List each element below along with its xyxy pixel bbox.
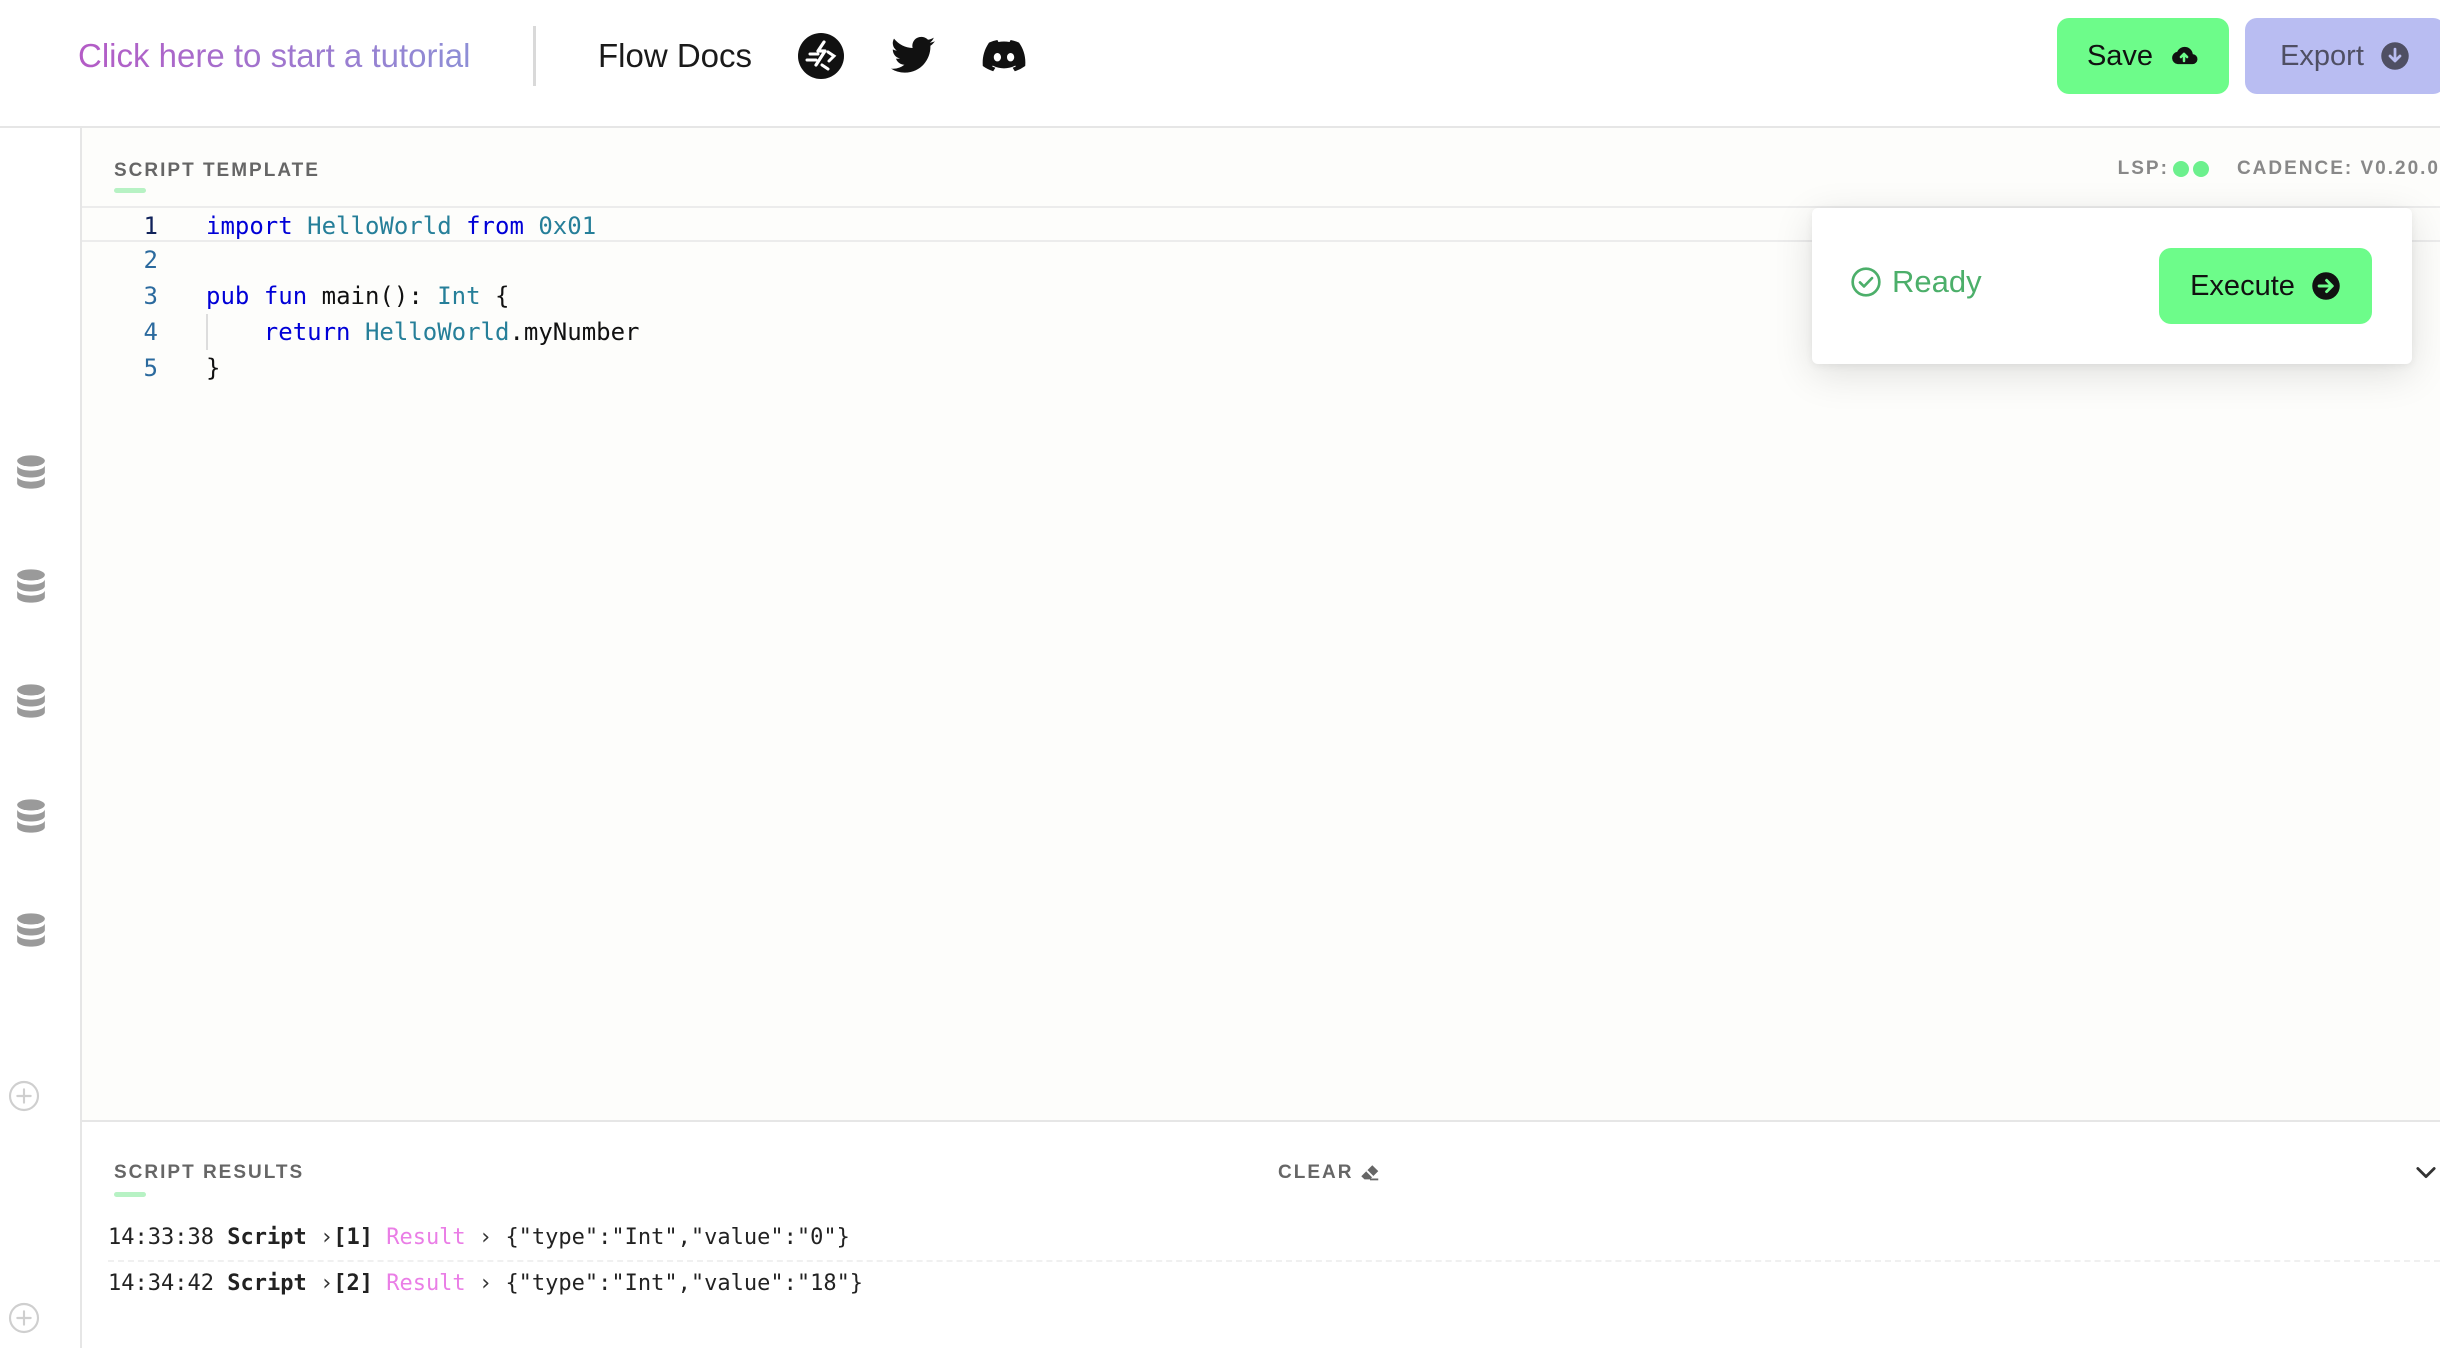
code-text: } (206, 354, 221, 382)
line-number: 5 (143, 354, 158, 382)
log-label: Result (386, 1271, 466, 1296)
header-divider (533, 26, 536, 86)
account-database-icon[interactable] (14, 912, 48, 948)
log-kind: Script (227, 1271, 307, 1296)
title-underline (114, 188, 146, 193)
ready-label: Ready (1892, 264, 1982, 299)
check-circle-icon (1850, 266, 1882, 298)
log-value: {"type":"Int","value":"0"} (505, 1225, 850, 1250)
result-log-row: 14:34:42 Script ›[2] Result › {"type":"I… (108, 1260, 2440, 1304)
account-database-icon[interactable] (14, 798, 48, 834)
arrow-right-circle-icon (2311, 271, 2341, 301)
log-sep: › (465, 1271, 506, 1296)
language-status: LSP: CADENCE: V0.20.0 (2118, 158, 2440, 180)
account-database-icon[interactable] (14, 683, 48, 719)
code-text: return HelloWorld.myNumber (263, 318, 640, 346)
start-tutorial-link[interactable]: Click here to start a tutorial (78, 36, 471, 76)
cadence-version: CADENCE: V0.20.0 (2236, 158, 2440, 179)
title-underline (114, 1192, 146, 1197)
log-label: Result (386, 1225, 466, 1250)
log-index: [1] (333, 1225, 373, 1250)
flow-docs-link[interactable]: Flow Docs (598, 36, 752, 76)
download-circle-icon (2380, 41, 2410, 71)
export-label: Export (2280, 39, 2364, 72)
panel-title: SCRIPT TEMPLATE (114, 160, 320, 181)
code-text: pub fun main(): Int { (206, 282, 510, 310)
eraser-icon (1359, 1162, 1381, 1184)
account-sidebar (0, 128, 82, 1348)
clear-results-button[interactable]: CLEAR (1278, 1162, 1381, 1184)
script-results-panel: SCRIPT RESULTS CLEAR 14:33:38 Script ›[1… (82, 1120, 2440, 1348)
account-database-icon[interactable] (14, 454, 48, 490)
flow-runner-icon[interactable] (797, 32, 845, 80)
discord-icon[interactable] (980, 32, 1028, 80)
log-sep: › (306, 1225, 334, 1250)
log-sep: › (306, 1271, 334, 1296)
log-index: [2] (333, 1271, 373, 1296)
add-circle-icon[interactable] (8, 1080, 40, 1112)
log-sep (373, 1225, 386, 1250)
chevron-down-icon[interactable] (2412, 1158, 2440, 1186)
log-time: 14:34:42 (108, 1271, 228, 1296)
twitter-icon[interactable] (889, 32, 937, 80)
lsp-label: LSP: (2117, 158, 2169, 179)
line-number: 3 (143, 282, 158, 310)
clear-label: CLEAR (1278, 1162, 1354, 1183)
code-text: import HelloWorld from 0x01 (206, 212, 597, 240)
save-button[interactable]: Save (2057, 18, 2229, 94)
log-sep (373, 1271, 386, 1296)
execute-label: Execute (2190, 269, 2295, 302)
cloud-upload-icon (2169, 41, 2199, 71)
log-value: {"type":"Int","value":"18"} (505, 1271, 864, 1296)
log-sep: › (465, 1225, 506, 1250)
save-label: Save (2086, 39, 2154, 72)
execute-card: Ready Execute (1812, 208, 2412, 364)
lsp-status-dot (2192, 161, 2209, 177)
add-circle-icon[interactable] (8, 1302, 40, 1334)
execute-button[interactable]: Execute (2159, 248, 2372, 324)
line-number: 4 (143, 318, 158, 346)
result-log-row: 14:33:38 Script ›[1] Result › {"type":"I… (108, 1216, 2440, 1260)
ready-status: Ready (1850, 264, 1982, 300)
line-number: 1 (143, 212, 158, 240)
export-button[interactable]: Export (2245, 18, 2440, 94)
line-number: 2 (143, 246, 158, 274)
account-database-icon[interactable] (14, 568, 48, 604)
log-kind: Script (227, 1225, 307, 1250)
top-bar: Click here to start a tutorial Flow Docs… (0, 0, 2440, 128)
log-time: 14:33:38 (108, 1225, 228, 1250)
results-title: SCRIPT RESULTS (114, 1162, 305, 1183)
lsp-status-dot (2172, 161, 2189, 177)
